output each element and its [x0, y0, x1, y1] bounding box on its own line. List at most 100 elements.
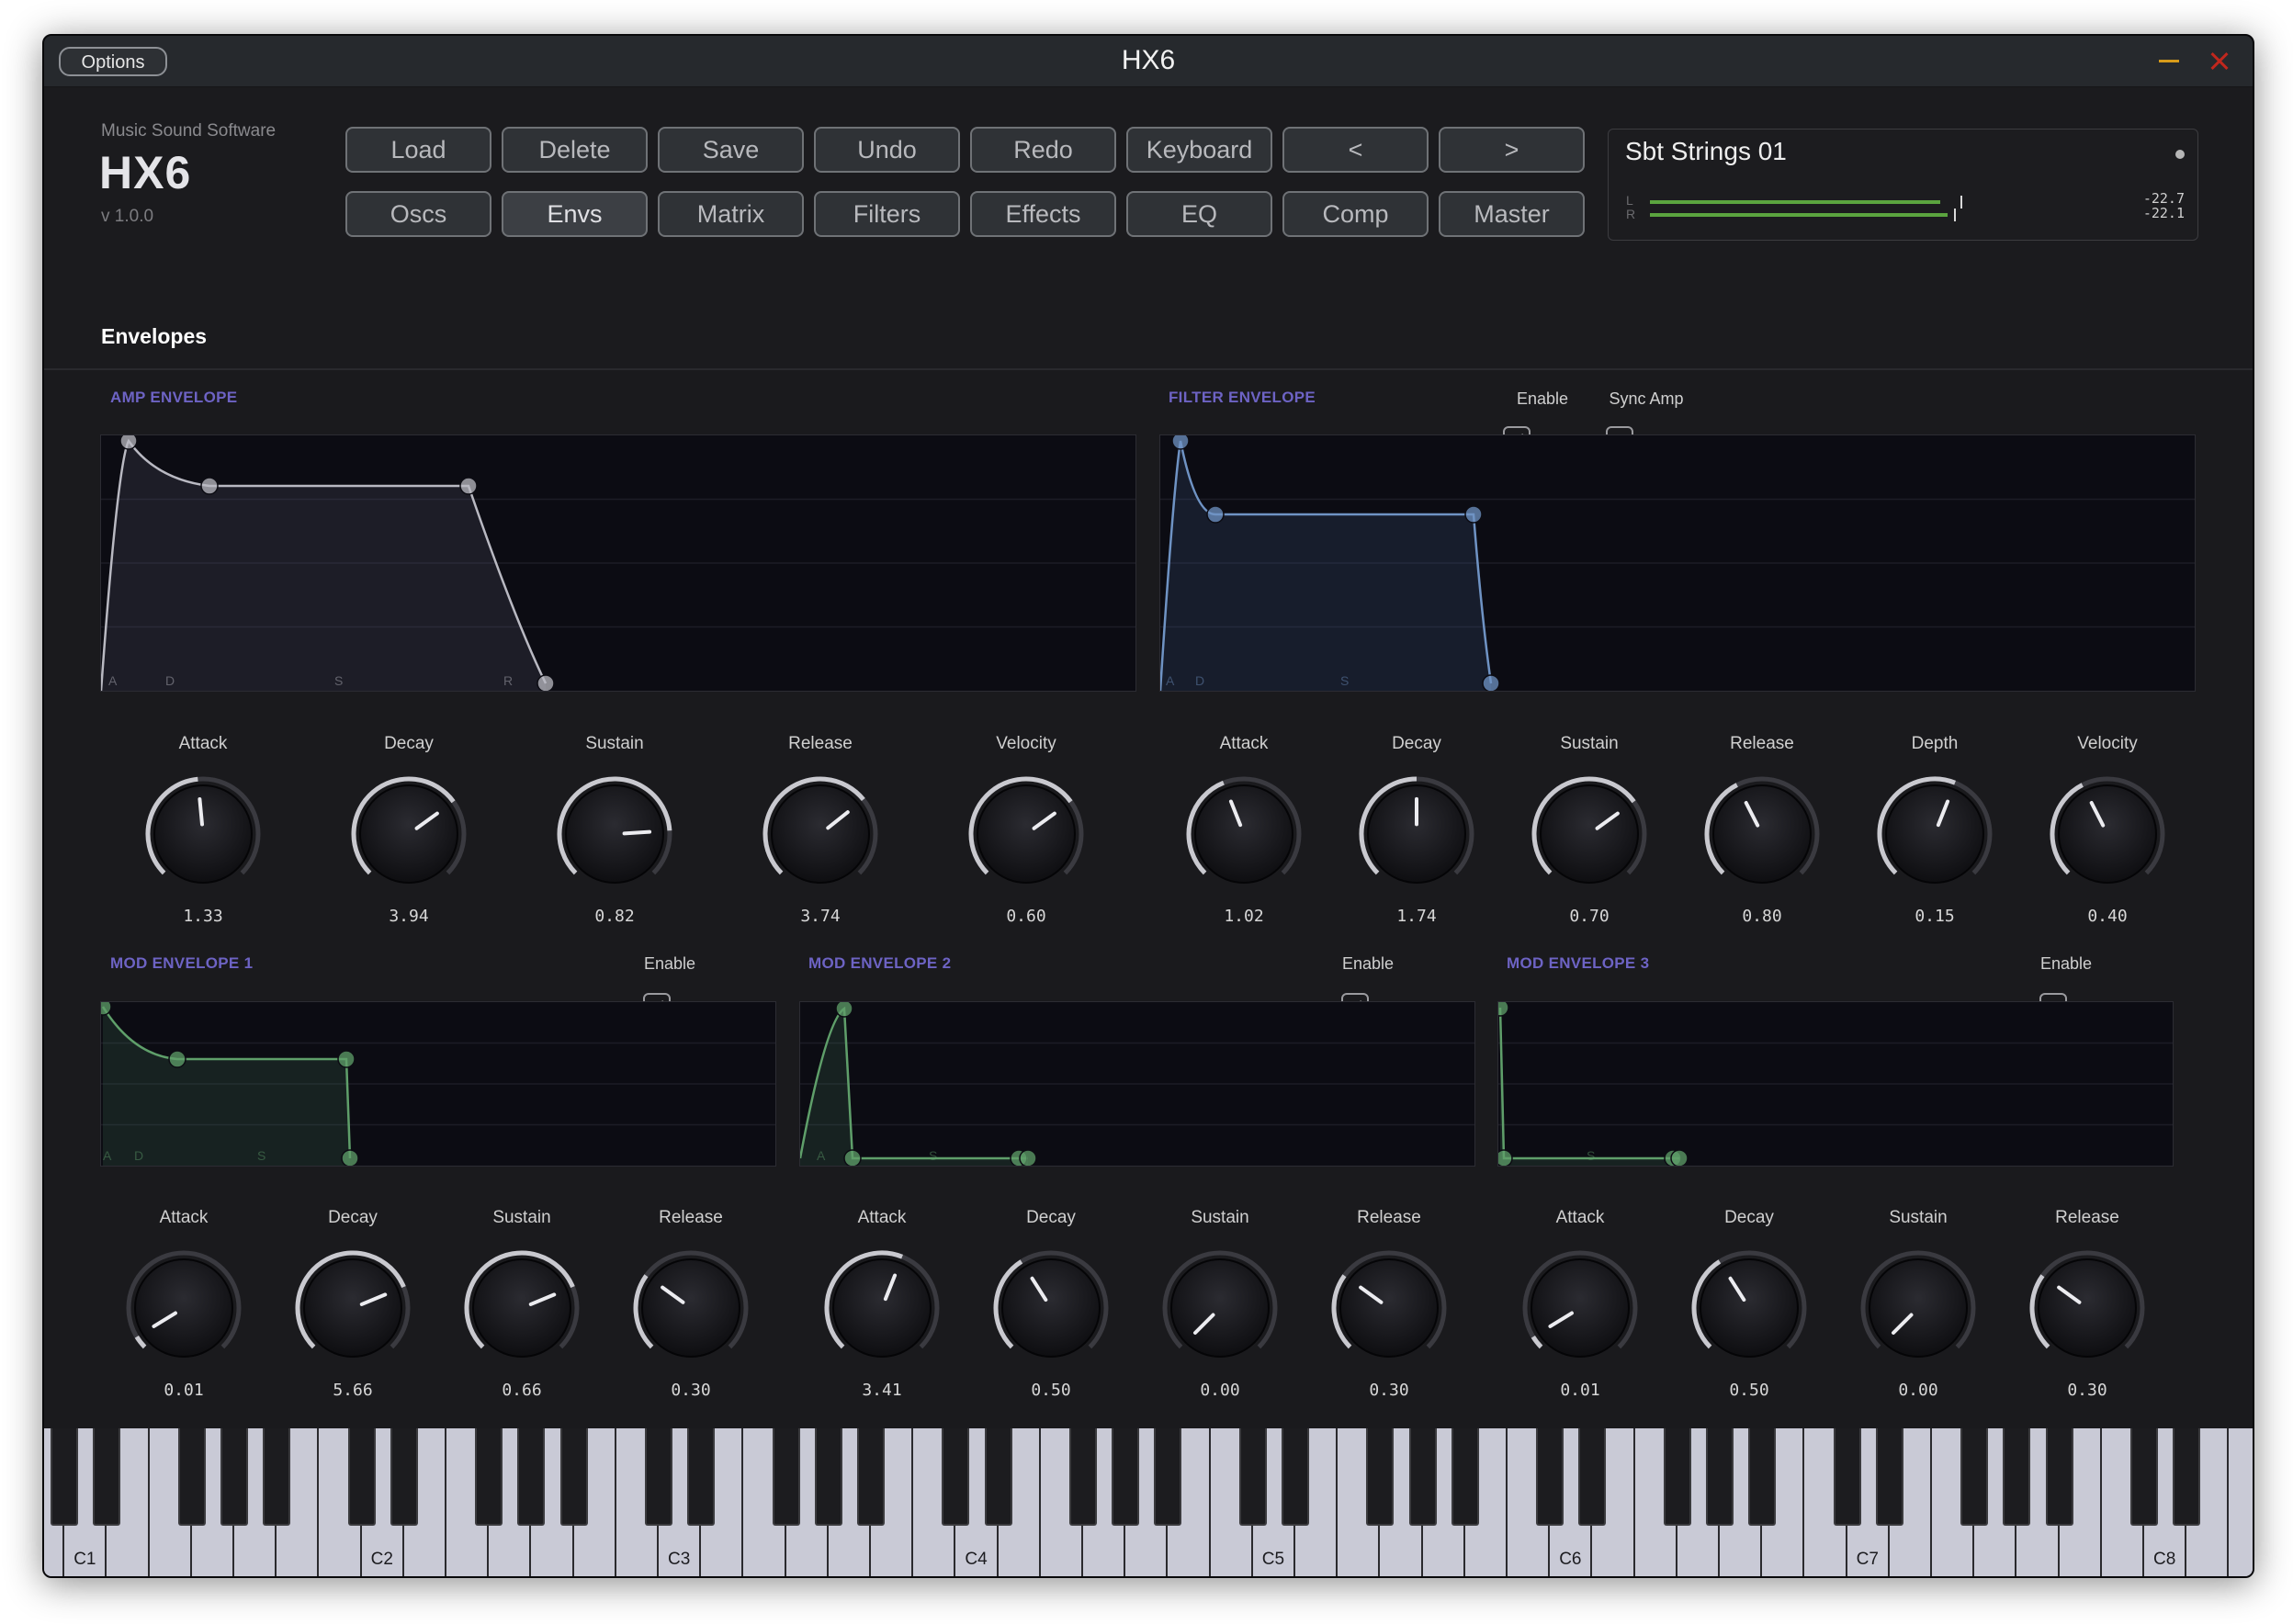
envelope-node[interactable]: [843, 1149, 862, 1167]
envelope-node[interactable]: [341, 1149, 359, 1167]
mod1-decay-knob[interactable]: [293, 1248, 412, 1368]
filter-attack-knob[interactable]: [1184, 774, 1304, 894]
black-key[interactable]: [645, 1428, 672, 1526]
mod2-attack-knob[interactable]: [822, 1248, 942, 1368]
black-key[interactable]: [263, 1428, 291, 1526]
nav-button-row1-7[interactable]: >: [1439, 127, 1585, 173]
black-key[interactable]: [1875, 1428, 1903, 1526]
mod3-decay-knob[interactable]: [1689, 1248, 1809, 1368]
black-key[interactable]: [1154, 1428, 1182, 1526]
black-key[interactable]: [517, 1428, 546, 1526]
envelope-node[interactable]: [337, 1050, 356, 1068]
envelope-node[interactable]: [835, 999, 853, 1018]
white-key[interactable]: [2229, 1428, 2253, 1576]
black-key[interactable]: [2045, 1428, 2073, 1526]
minimize-icon[interactable]: [2159, 60, 2179, 62]
black-key[interactable]: [347, 1428, 376, 1526]
amp-release-knob[interactable]: [761, 774, 880, 894]
mod2-decay-knob[interactable]: [991, 1248, 1111, 1368]
black-key[interactable]: [1408, 1428, 1437, 1526]
filter-release-knob[interactable]: [1702, 774, 1822, 894]
black-key[interactable]: [1663, 1428, 1691, 1526]
black-key[interactable]: [687, 1428, 716, 1526]
nav-button-row1-5[interactable]: Keyboard: [1126, 127, 1272, 173]
black-key[interactable]: [1366, 1428, 1395, 1526]
black-key[interactable]: [1706, 1428, 1734, 1526]
black-key[interactable]: [814, 1428, 842, 1526]
envelope-node[interactable]: [1495, 1149, 1513, 1167]
filter-envelope-curve[interactable]: ADS: [1158, 432, 2195, 693]
envelope-node[interactable]: [1670, 1149, 1689, 1167]
black-key[interactable]: [1069, 1428, 1097, 1526]
nav-button-row2-5[interactable]: EQ: [1126, 191, 1272, 237]
black-key[interactable]: [2173, 1428, 2201, 1526]
filter-decay-knob[interactable]: [1357, 774, 1476, 894]
mod2-curve[interactable]: AS: [798, 999, 1474, 1167]
amp-envelope-curve[interactable]: ADSR: [99, 432, 1135, 693]
mod2-sustain-knob[interactable]: [1160, 1248, 1280, 1368]
nav-button-row2-6[interactable]: Comp: [1282, 191, 1429, 237]
black-key[interactable]: [1451, 1428, 1479, 1526]
mod2-graph[interactable]: AS: [798, 999, 1475, 1167]
nav-button-row2-3[interactable]: Filters: [814, 191, 960, 237]
nav-button-row1-0[interactable]: Load: [345, 127, 491, 173]
mod1-release-knob[interactable]: [631, 1248, 751, 1368]
envelope-node[interactable]: [459, 477, 478, 495]
black-key[interactable]: [177, 1428, 206, 1526]
amp-decay-knob[interactable]: [349, 774, 469, 894]
nav-button-row1-2[interactable]: Save: [658, 127, 804, 173]
amp-sustain-knob[interactable]: [555, 774, 674, 894]
nav-button-row1-6[interactable]: <: [1282, 127, 1429, 173]
black-key[interactable]: [1112, 1428, 1140, 1526]
envelope-node[interactable]: [1491, 998, 1509, 1017]
nav-button-row2-1[interactable]: Envs: [502, 191, 648, 237]
amp-attack-knob[interactable]: [143, 774, 263, 894]
amp-velocity-knob[interactable]: [966, 774, 1086, 894]
black-key[interactable]: [390, 1428, 418, 1526]
black-key[interactable]: [1960, 1428, 1989, 1526]
envelope-node[interactable]: [168, 1050, 186, 1068]
black-key[interactable]: [2003, 1428, 2031, 1526]
envelope-node[interactable]: [1482, 674, 1500, 693]
mod1-graph[interactable]: ADS: [94, 998, 776, 1167]
mod3-sustain-knob[interactable]: [1858, 1248, 1978, 1368]
amp-envelope-graph[interactable]: ADSR: [99, 432, 1136, 693]
envelope-node[interactable]: [1171, 432, 1190, 450]
black-key[interactable]: [2130, 1428, 2158, 1526]
nav-button-row2-7[interactable]: Master: [1439, 191, 1585, 237]
black-key[interactable]: [1748, 1428, 1777, 1526]
black-key[interactable]: [475, 1428, 503, 1526]
mod1-attack-knob[interactable]: [124, 1248, 243, 1368]
envelope-node[interactable]: [1464, 505, 1483, 524]
filter-sustain-knob[interactable]: [1530, 774, 1649, 894]
nav-button-row1-3[interactable]: Undo: [814, 127, 960, 173]
filter-depth-knob[interactable]: [1875, 774, 1994, 894]
mod3-attack-knob[interactable]: [1520, 1248, 1640, 1368]
piano-keyboard[interactable]: C1 C2 C3 C4 C5 C6 C7 C8: [44, 1428, 2253, 1576]
filter-envelope-graph[interactable]: ADS: [1158, 432, 2196, 693]
black-key[interactable]: [220, 1428, 248, 1526]
black-key[interactable]: [942, 1428, 970, 1526]
envelope-node[interactable]: [537, 674, 555, 693]
nav-button-row2-4[interactable]: Effects: [970, 191, 1116, 237]
envelope-node[interactable]: [119, 432, 138, 450]
nav-button-row2-2[interactable]: Matrix: [658, 191, 804, 237]
mod1-curve[interactable]: ADS: [94, 998, 775, 1167]
envelope-node[interactable]: [94, 998, 112, 1016]
black-key[interactable]: [984, 1428, 1012, 1526]
envelope-node[interactable]: [200, 477, 219, 495]
mod2-release-knob[interactable]: [1329, 1248, 1449, 1368]
black-key[interactable]: [1238, 1428, 1267, 1526]
mod3-release-knob[interactable]: [2028, 1248, 2147, 1368]
black-key[interactable]: [93, 1428, 121, 1526]
nav-button-row1-1[interactable]: Delete: [502, 127, 648, 173]
mod3-curve[interactable]: S: [1491, 998, 2173, 1167]
envelope-node[interactable]: [1206, 505, 1225, 524]
mod3-graph[interactable]: S: [1491, 998, 2174, 1167]
close-icon[interactable]: [2205, 46, 2234, 75]
black-key[interactable]: [857, 1428, 885, 1526]
filter-velocity-knob[interactable]: [2048, 774, 2167, 894]
mod1-sustain-knob[interactable]: [462, 1248, 582, 1368]
black-key[interactable]: [51, 1428, 79, 1526]
black-key[interactable]: [1282, 1428, 1309, 1526]
